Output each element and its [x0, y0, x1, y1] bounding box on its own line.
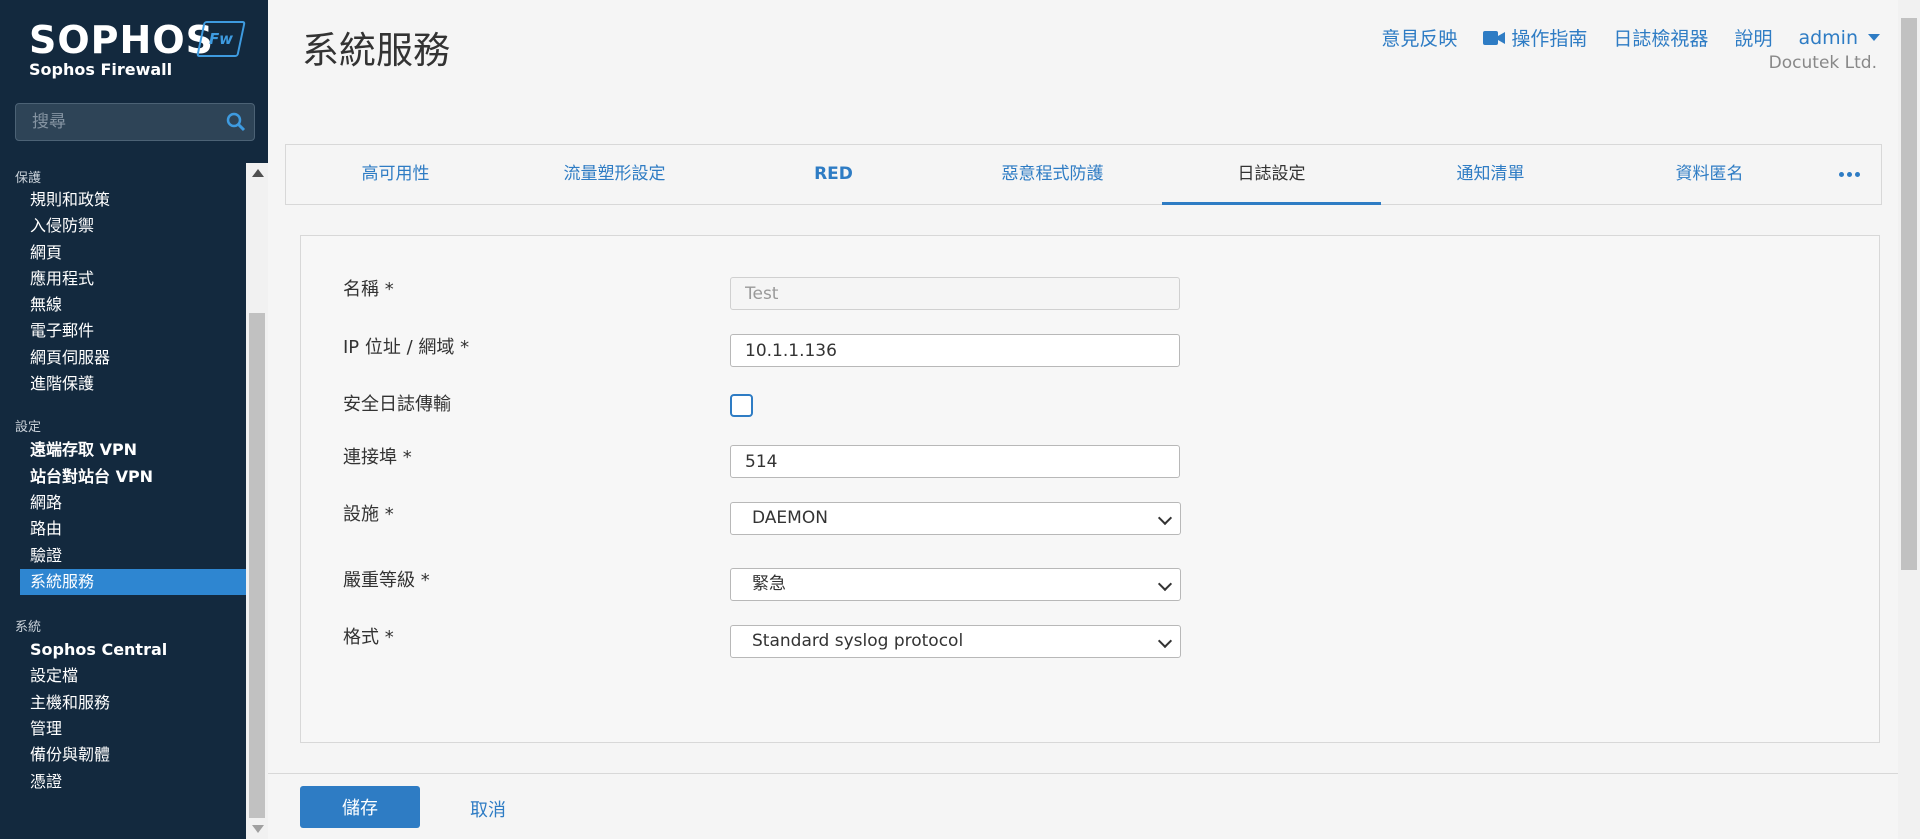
tab-data-anonymization[interactable]: 資料匿名: [1600, 145, 1819, 204]
facility-select[interactable]: DAEMON: [730, 502, 1181, 535]
format-value: Standard syslog protocol: [752, 631, 964, 651]
sidebar-item-site-vpn[interactable]: 站台對站台 VPN: [0, 464, 246, 490]
tab-log-settings[interactable]: 日誌設定: [1162, 145, 1381, 205]
page-scroll-thumb[interactable]: [1901, 18, 1917, 570]
save-button[interactable]: 儲存: [300, 786, 420, 828]
sidebar-item-remote-vpn[interactable]: 遠端存取 VPN: [0, 437, 246, 463]
search-box: [15, 103, 255, 141]
product-name: Sophos Firewall: [29, 60, 173, 79]
more-tabs-icon[interactable]: [1819, 145, 1879, 204]
name-field[interactable]: [730, 277, 1180, 310]
sidebar-item-auth[interactable]: 驗證: [0, 543, 246, 569]
sidebar-item-certs[interactable]: 憑證: [0, 769, 246, 795]
sidebar: SOPHOS Sophos Firewall Fw 保護 規則和政策 入侵防禦 …: [0, 0, 268, 839]
severity-label: 嚴重等級 *: [343, 570, 430, 591]
secure-log-label: 安全日誌傳輸: [343, 394, 451, 415]
port-field[interactable]: [730, 445, 1180, 478]
severity-select[interactable]: 緊急: [730, 568, 1181, 601]
footer-bar: [268, 773, 1898, 839]
badge-text: Fw: [208, 30, 234, 48]
format-label: 格式 *: [343, 627, 394, 648]
scroll-up-icon[interactable]: [252, 169, 264, 177]
nav-list: 保護 規則和政策 入侵防禦 網頁 應用程式 無線 電子郵件 網頁伺服器 進階保護…: [0, 163, 246, 839]
caret-down-icon: [1868, 34, 1880, 41]
search-icon[interactable]: [226, 112, 246, 132]
form-panel: [300, 235, 1880, 743]
ip-label: IP 位址 / 網域 *: [343, 337, 470, 358]
sidebar-item-webserver[interactable]: 網頁伺服器: [0, 345, 246, 371]
guide-label: 操作指南: [1511, 28, 1588, 50]
tab-traffic-shaping[interactable]: 流量塑形設定: [505, 145, 724, 204]
firewall-badge-icon: Fw: [196, 21, 246, 57]
chevron-down-icon: [1157, 576, 1173, 592]
sidebar-item-system-services[interactable]: 系統服務: [20, 568, 246, 596]
format-select[interactable]: Standard syslog protocol: [730, 625, 1181, 658]
chevron-down-icon: [1157, 633, 1173, 649]
scroll-down-icon[interactable]: [252, 825, 264, 833]
nav-group-protect: 保護: [15, 171, 42, 186]
sidebar-item-web[interactable]: 網頁: [0, 240, 246, 266]
sidebar-item-email[interactable]: 電子郵件: [0, 318, 246, 344]
scroll-thumb[interactable]: [249, 313, 265, 818]
nav-group-system: 系統: [15, 620, 42, 636]
severity-value: 緊急: [752, 574, 786, 594]
chevron-down-icon: [1157, 510, 1173, 526]
tab-malware-protection[interactable]: 惡意程式防護: [943, 145, 1162, 204]
guide-link[interactable]: 操作指南: [1483, 24, 1587, 51]
sidebar-scrollbar[interactable]: [246, 163, 268, 839]
sidebar-item-central[interactable]: Sophos Central: [0, 637, 246, 663]
sidebar-item-ips[interactable]: 入侵防禦: [0, 213, 246, 239]
user-name: admin: [1798, 26, 1858, 49]
ip-field[interactable]: [730, 334, 1180, 367]
sidebar-item-advanced[interactable]: 進階保護: [0, 371, 246, 397]
top-nav: 意見反映 操作指南 日誌檢視器 說明 admin: [1381, 24, 1880, 51]
log-viewer-link[interactable]: 日誌檢視器: [1613, 24, 1708, 51]
sidebar-item-rules[interactable]: 規則和政策: [0, 187, 246, 213]
tab-notification-list[interactable]: 通知清單: [1381, 145, 1600, 204]
page-title: 系統服務: [302, 29, 450, 72]
tab-high-availability[interactable]: 高可用性: [286, 145, 505, 204]
sidebar-item-profiles[interactable]: 設定檔: [0, 663, 246, 689]
help-link[interactable]: 說明: [1734, 24, 1772, 51]
brand-logo: SOPHOS: [29, 18, 214, 62]
name-label: 名稱 *: [343, 279, 394, 300]
search-input[interactable]: [16, 104, 206, 140]
facility-label: 設施 *: [343, 504, 394, 525]
org-name: Docutek Ltd.: [1768, 53, 1877, 73]
sidebar-item-network[interactable]: 網路: [0, 490, 246, 516]
sidebar-item-wireless[interactable]: 無線: [0, 292, 246, 318]
user-menu[interactable]: admin: [1798, 27, 1880, 49]
video-camera-icon: [1483, 30, 1506, 45]
sidebar-item-backup[interactable]: 備份與韌體: [0, 742, 246, 768]
port-label: 連接埠 *: [343, 447, 412, 468]
facility-value: DAEMON: [752, 508, 828, 528]
sidebar-item-admin[interactable]: 管理: [0, 716, 246, 742]
cancel-button[interactable]: 取消: [470, 796, 506, 822]
feedback-link[interactable]: 意見反映: [1381, 24, 1457, 51]
brand[interactable]: SOPHOS Sophos Firewall: [29, 20, 214, 79]
page-scrollbar[interactable]: [1898, 0, 1920, 839]
tab-red[interactable]: RED: [724, 145, 943, 204]
nav-group-configure: 設定: [15, 420, 42, 436]
tab-bar: 高可用性 流量塑形設定 RED 惡意程式防護 日誌設定 通知清單 資料匿名: [285, 144, 1882, 205]
secure-log-checkbox[interactable]: [730, 394, 753, 417]
sidebar-item-routing[interactable]: 路由: [0, 516, 246, 542]
sidebar-item-hosts[interactable]: 主機和服務: [0, 690, 246, 716]
sidebar-item-apps[interactable]: 應用程式: [0, 266, 246, 292]
